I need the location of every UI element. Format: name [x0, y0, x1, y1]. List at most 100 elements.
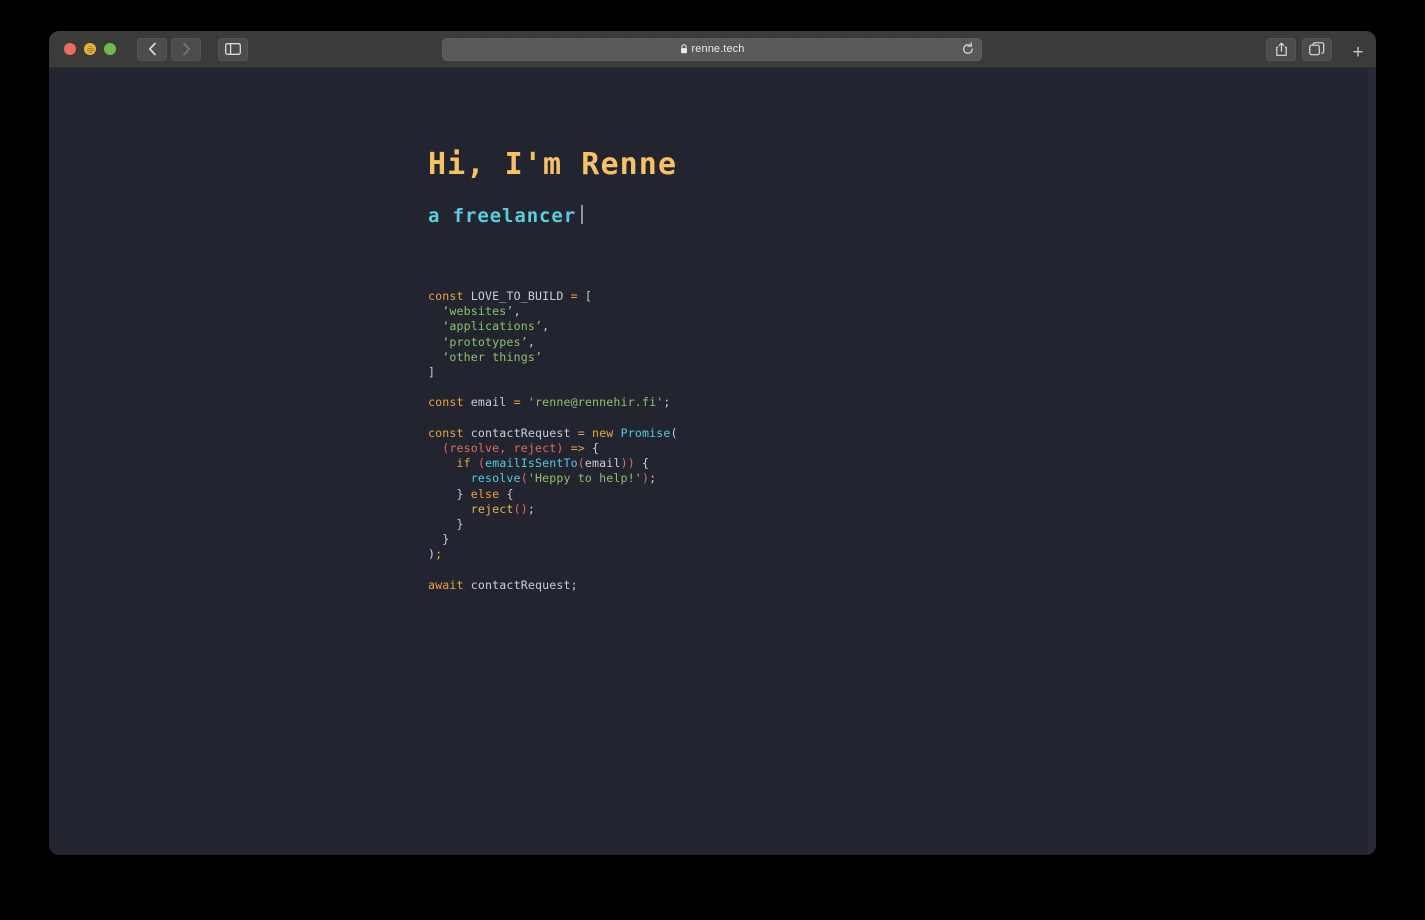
code-token: )): [620, 456, 635, 471]
code-token: (: [477, 456, 486, 471]
back-button[interactable]: [137, 37, 167, 61]
hero-section: Hi, I'm Renne a freelancer const LOVE_TO…: [428, 147, 1128, 593]
code-line: resolve('Heppy to help!');: [428, 471, 1128, 486]
code-token: ): [641, 471, 650, 486]
code-token: ‘other things’: [442, 349, 543, 364]
code-line: const email = 'renne@rennehir.fi';: [428, 395, 1128, 410]
code-token: ,: [513, 304, 521, 319]
code-line: reject();: [428, 502, 1128, 517]
minimize-window-button[interactable]: [84, 43, 96, 55]
sidebar-icon: [225, 43, 241, 55]
share-button[interactable]: [1266, 37, 1296, 61]
code-token: await: [428, 577, 464, 592]
code-token: ;: [649, 471, 657, 486]
page-subtitle-row: a freelancer: [428, 203, 1128, 227]
close-window-button[interactable]: [64, 43, 76, 55]
code-line: await contactRequest;: [428, 578, 1128, 593]
browser-window: renne.tech + Hi, I'm Renne a freelancer …: [49, 31, 1376, 855]
code-token: =: [513, 395, 521, 410]
chevron-right-icon: [182, 42, 190, 56]
code-line: const LOVE_TO_BUILD = [: [428, 289, 1128, 304]
code-token: =>: [570, 441, 585, 456]
reload-icon[interactable]: [961, 42, 975, 56]
code-line: ‘websites’,: [428, 304, 1128, 319]
browser-toolbar: renne.tech +: [49, 31, 1376, 68]
code-token: ]: [428, 365, 436, 380]
code-token: (): [513, 501, 528, 516]
address-bar-container: renne.tech: [442, 37, 982, 61]
code-token: (: [577, 456, 585, 471]
code-token: ‘prototypes’: [442, 334, 528, 349]
code-line: ‘prototypes’,: [428, 335, 1128, 350]
code-token: {: [584, 441, 600, 456]
typing-cursor: [581, 205, 584, 224]
code-token: email: [584, 456, 621, 471]
code-token: const: [428, 289, 464, 303]
share-icon: [1275, 42, 1287, 56]
new-tab-button[interactable]: +: [1345, 39, 1371, 65]
code-line: } else {: [428, 487, 1128, 502]
code-line: );: [428, 547, 1128, 562]
code-line: (resolve, reject) => {: [428, 441, 1128, 456]
code-token: emailIsSentTo: [485, 456, 578, 471]
code-token: {: [499, 486, 514, 501]
code-token: ;: [527, 501, 535, 516]
code-token: 'Heppy to help!': [527, 471, 642, 486]
code-token: if: [456, 456, 471, 471]
window-controls: [64, 43, 116, 55]
zoom-window-button[interactable]: [104, 43, 116, 55]
new-tab-label: +: [1352, 41, 1364, 63]
page-scrollbar[interactable]: [1368, 68, 1376, 855]
code-token: ;: [435, 547, 443, 562]
code-line: ‘other things’: [428, 350, 1128, 365]
forward-button[interactable]: [171, 37, 201, 61]
code-line: }: [428, 532, 1128, 547]
code-token: =: [577, 425, 585, 440]
code-token: LOVE_TO_BUILD: [463, 289, 571, 303]
code-token: ‘websites’: [442, 304, 514, 319]
tab-overview-icon: [1309, 42, 1325, 56]
code-token: contactRequest: [463, 425, 578, 440]
code-token: 'renne@rennehir.fi': [527, 395, 664, 410]
toolbar-right-buttons: [1266, 37, 1332, 61]
code-token: ,: [527, 334, 535, 349]
code-token: }: [428, 517, 464, 532]
code-token: }: [428, 532, 450, 547]
code-token: ;: [663, 395, 671, 410]
code-token: (: [520, 471, 528, 486]
code-token: resolve: [470, 471, 521, 486]
code-token: ‘applications’: [442, 319, 543, 334]
sidebar-toggle-button[interactable]: [218, 37, 248, 61]
code-line: const contactRequest = new Promise(: [428, 426, 1128, 441]
code-token: ,: [542, 319, 550, 334]
code-line: if (emailIsSentTo(email)) {: [428, 456, 1128, 471]
code-token: =: [570, 289, 578, 303]
code-token: else: [470, 486, 500, 501]
address-bar[interactable]: renne.tech: [442, 37, 982, 61]
tab-overview-button[interactable]: [1302, 37, 1332, 61]
code-token: new: [592, 425, 614, 440]
code-token: const: [428, 395, 464, 410]
code-token: reject: [470, 501, 514, 516]
chevron-left-icon: [148, 42, 156, 56]
code-line: }: [428, 517, 1128, 532]
code-token: (: [670, 425, 678, 440]
code-line: ]: [428, 365, 1128, 380]
url-text-group: renne.tech: [680, 43, 745, 55]
code-token: Promise: [620, 425, 671, 440]
code-token: email: [463, 395, 514, 410]
